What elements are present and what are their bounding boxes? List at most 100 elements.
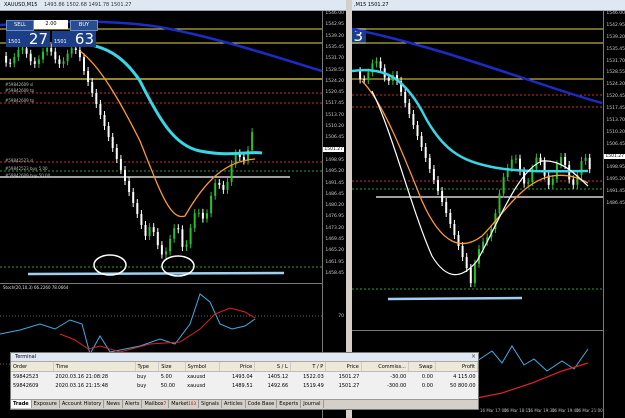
right-support-line (387, 296, 523, 301)
table-cell: 1492.66 (267, 382, 289, 389)
column-header[interactable]: S / L (254, 362, 291, 372)
price-axis-label: 1458.45 (325, 271, 344, 276)
candle-body (132, 192, 135, 203)
column-header[interactable]: Order (11, 362, 54, 372)
price-axis-label: 1539.20 (325, 33, 344, 39)
table-cell: -300.00 (387, 382, 407, 389)
tab-signals[interactable]: Signals (199, 400, 222, 408)
candle-body (251, 132, 254, 151)
tab-articles[interactable]: Articles (222, 400, 246, 408)
candle-body (33, 61, 36, 64)
candle-body (222, 184, 225, 190)
candle-body (473, 263, 476, 284)
column-header[interactable]: Type (135, 362, 160, 372)
price-axis-label: 1480.20 (325, 203, 344, 209)
left-price-chart[interactable] (0, 11, 322, 283)
table-cell: xauusd (187, 373, 206, 380)
right-time-axis[interactable]: 16 Mar 17:00 16 Mar 18:15 16 Mar 19:30 16 M… (476, 406, 603, 418)
price-axis-label: 1510.20 (606, 129, 625, 135)
order-label-6[interactable]: #59842609 buy 50.00 (5, 173, 50, 178)
candle-body (408, 103, 411, 114)
candle-body (115, 148, 118, 159)
tab-code-base[interactable]: Code Base (246, 400, 278, 408)
candle-body (404, 92, 407, 103)
ma-orange (79, 50, 256, 218)
column-header[interactable]: Swap (408, 362, 436, 372)
right-price-chart[interactable] (352, 11, 625, 311)
candle-body (9, 62, 12, 64)
column-header[interactable]: Symbol (185, 362, 220, 372)
tab-journal[interactable]: Journal (301, 400, 324, 408)
table-row[interactable]: 59842523 2020.03.16 21:08:28 buy 5.00 xauusd… (11, 372, 478, 382)
buy-price-small: 1501 (54, 39, 67, 45)
column-header[interactable]: T / P (290, 362, 327, 372)
price-axis-label: 1486.45 (606, 201, 625, 206)
candle-body (177, 228, 180, 230)
order-label-1[interactable]: #59842609 sl (5, 82, 33, 87)
candle-body (185, 244, 188, 248)
table-cell: 1489.51 (232, 382, 253, 389)
candle-body (148, 227, 151, 236)
right-price-axis[interactable]: 1546.00 1542.95 1539.20 1535.45 1531.70 1528.… (603, 11, 625, 418)
candle-body (21, 48, 24, 50)
right-chart-titlebar[interactable]: ,M15 1501.27 (352, 0, 625, 11)
price-axis-label: 1524.20 (325, 78, 344, 84)
candle-body (564, 157, 567, 165)
order-label-3[interactable]: #59842609 tp (5, 98, 34, 103)
sell-price-box[interactable]: 1501 27 (6, 31, 50, 47)
trade-table-body: 59842523 2020.03.16 21:08:28 buy 5.00 xauusd… (11, 372, 478, 391)
tab-news[interactable]: News (104, 400, 123, 408)
candle-body (144, 225, 147, 236)
buy-price-box[interactable]: 1501 63 (52, 31, 96, 47)
candle-body (461, 246, 464, 257)
tab-exposure[interactable]: Exposure (32, 400, 60, 408)
candle-body (58, 59, 61, 64)
table-cell: 5.00 (160, 373, 172, 380)
tab-market[interactable]: Market103 (169, 400, 200, 408)
tab-trade[interactable]: Trade (11, 400, 32, 408)
candle-body (449, 213, 452, 224)
terminal-window[interactable]: Terminal × Order Time Type Size Symbol Price S… (10, 352, 479, 410)
order-label-2[interactable]: #59842609 tp (5, 88, 34, 93)
candle-body (124, 170, 126, 181)
candle-body (428, 158, 431, 169)
candle-body (580, 160, 583, 176)
column-header[interactable]: Size (158, 362, 186, 372)
candle-body (367, 72, 370, 81)
candle-body (66, 53, 69, 62)
support-line (27, 271, 285, 276)
terminal-titlebar[interactable]: Terminal × (11, 353, 478, 362)
tab-experts[interactable]: Experts (277, 400, 302, 408)
table-row[interactable]: 59842609 2020.03.16 21:15:48 buy 50.00 xauus… (11, 381, 478, 390)
left-chart-title: XAUUSD,M15 (4, 2, 38, 8)
indicator-axis-label: 70 (338, 314, 344, 319)
candle-body (375, 61, 378, 64)
column-header[interactable]: Price (219, 362, 256, 372)
table-cell: 1405.12 (267, 373, 289, 380)
right-ma-white (371, 90, 589, 276)
candle-body (441, 191, 444, 202)
price-axis-label: 1531.70 (325, 56, 344, 62)
table-cell: 2020.03.16 21:08:28 (55, 373, 109, 380)
tab-account-history[interactable]: Account History (60, 400, 105, 408)
candle-body (42, 51, 44, 60)
left-chart-titlebar[interactable]: XAUUSD,M15 1493.86 1502.68 1491.78 1501.… (0, 0, 346, 11)
column-header[interactable]: Price (325, 362, 362, 372)
order-label-5[interactable]: #59842523 buy 5.00 (5, 166, 48, 171)
column-header[interactable]: Time (53, 362, 136, 372)
candle-body (453, 224, 456, 235)
candle-body (136, 203, 139, 214)
tab-mailbox[interactable]: Mailbox7 (142, 400, 170, 408)
candle-body (502, 177, 505, 194)
tab-alerts[interactable]: Alerts (123, 400, 143, 408)
candle-body (510, 159, 513, 168)
lot-size-input[interactable]: 2.00 (34, 20, 68, 29)
candle-body (46, 48, 49, 52)
column-header[interactable]: Profit (435, 362, 479, 372)
column-header[interactable]: Commiss... (361, 362, 409, 372)
close-icon[interactable]: × (471, 353, 476, 361)
candle-body (543, 161, 546, 176)
candle-body (424, 147, 427, 158)
candle-body (359, 71, 362, 80)
order-label-4[interactable]: #59842523 sl (5, 158, 33, 163)
